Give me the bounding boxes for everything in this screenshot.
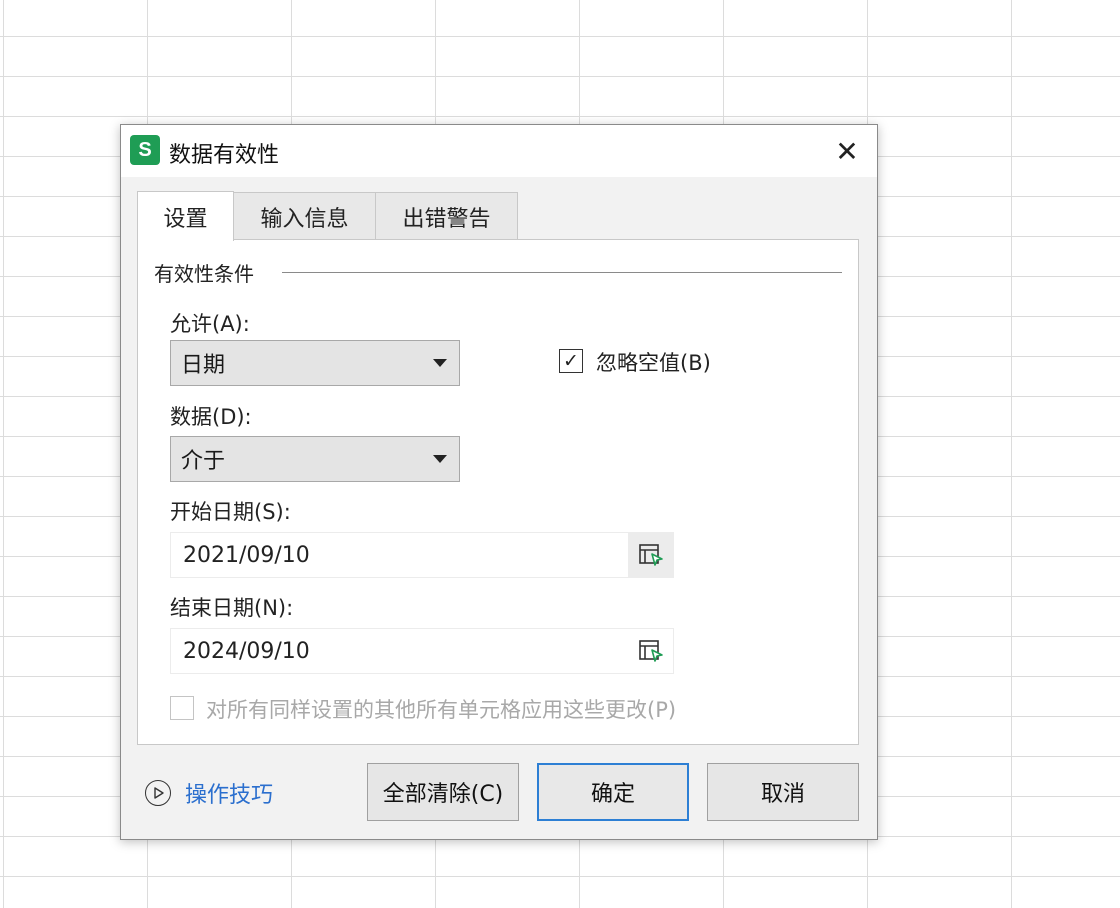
check-mark-icon: ✓: [563, 350, 579, 372]
allow-select-value: 日期: [181, 353, 226, 378]
cancel-button[interactable]: 取消: [707, 763, 859, 821]
start-date-label: 开始日期(S):: [170, 500, 291, 524]
tab-settings[interactable]: 设置: [137, 191, 234, 241]
end-date-picker-button[interactable]: [628, 629, 674, 673]
apply-all-label: 对所有同样设置的其他所有单元格应用这些更改(P): [206, 698, 677, 722]
close-button[interactable]: ✕: [831, 134, 863, 168]
play-circle-icon: [145, 780, 171, 806]
tips-link[interactable]: 操作技巧: [145, 777, 273, 809]
range-picker-icon: [639, 640, 663, 662]
allow-label: 允许(A):: [170, 312, 250, 336]
section-title: 有效性条件: [154, 262, 254, 286]
ignore-blank-checkbox[interactable]: ✓: [559, 349, 583, 373]
start-date-value: 2021/09/10: [183, 542, 310, 568]
data-validation-dialog: S 数据有效性 ✕ 设置 输入信息 出错警告 有效性条件 允许(A): 日期 ✓…: [120, 124, 878, 840]
spreadsheet-app-icon: S: [130, 135, 160, 165]
tab-input-message[interactable]: 输入信息: [233, 192, 376, 240]
ignore-blank-label: 忽略空值(B): [596, 351, 711, 375]
end-date-input[interactable]: 2024/09/10: [170, 628, 674, 674]
end-date-value: 2024/09/10: [183, 638, 310, 664]
tips-label: 操作技巧: [185, 783, 274, 808]
clear-all-button[interactable]: 全部清除(C): [367, 763, 519, 821]
section-divider: [282, 272, 842, 273]
range-picker-icon: [639, 544, 663, 566]
allow-select[interactable]: 日期: [170, 340, 460, 386]
dialog-title: 数据有效性: [169, 143, 280, 168]
apply-all-checkbox[interactable]: [170, 696, 194, 720]
start-date-input[interactable]: 2021/09/10: [170, 532, 674, 578]
data-select-value: 介于: [181, 449, 226, 474]
ok-button[interactable]: 确定: [537, 763, 689, 821]
dropdown-arrow-icon: [433, 359, 447, 367]
close-icon: ✕: [835, 134, 859, 168]
settings-panel: 有效性条件 允许(A): 日期 ✓ 忽略空值(B) 数据(D): 介于 开始日期…: [137, 239, 859, 745]
data-select[interactable]: 介于: [170, 436, 460, 482]
dialog-titlebar: S 数据有效性 ✕: [121, 125, 877, 177]
data-label: 数据(D):: [170, 405, 252, 429]
end-date-label: 结束日期(N):: [170, 596, 294, 620]
dropdown-arrow-icon: [433, 455, 447, 463]
tab-error-alert[interactable]: 出错警告: [375, 192, 518, 240]
start-date-picker-button[interactable]: [628, 533, 674, 577]
